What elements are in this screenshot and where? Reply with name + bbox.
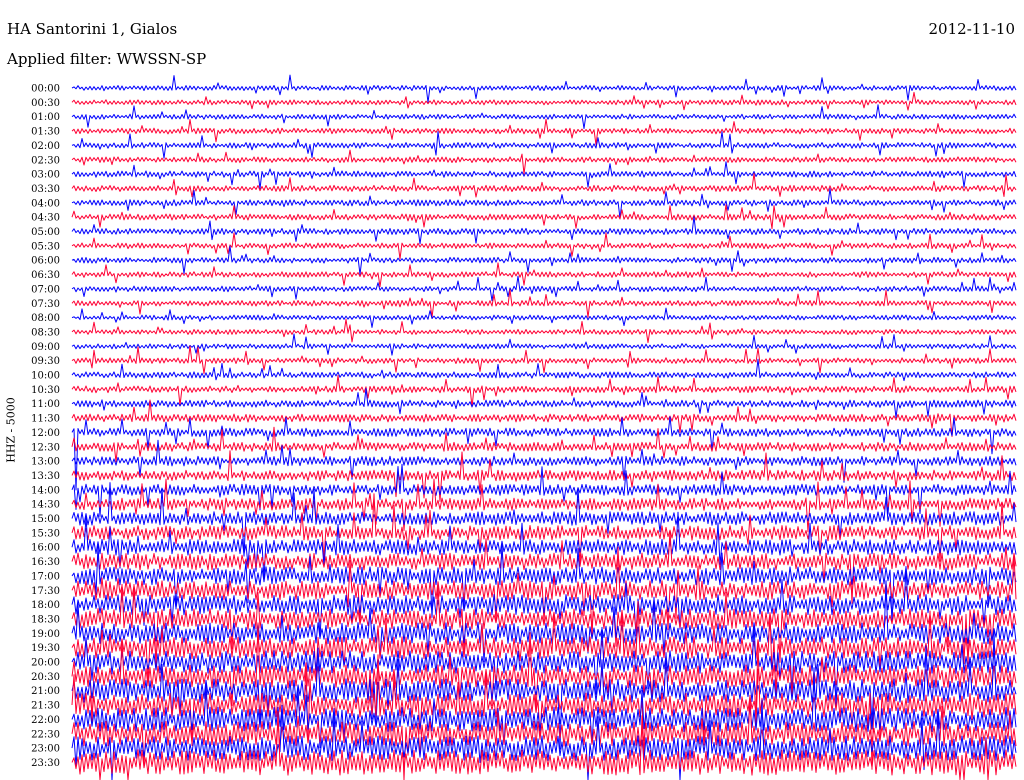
time-label: 08:30 [31,327,60,338]
time-label: 18:00 [31,600,60,611]
channel-label: HHZ - 5000 [4,397,18,463]
time-label: 22:30 [31,729,60,740]
time-label: 19:30 [31,643,60,654]
seismic-trace [71,161,1017,190]
time-label: 04:30 [31,213,60,224]
seismic-trace [71,149,1017,175]
time-label: 20:30 [31,672,60,683]
time-label: 14:30 [31,500,60,511]
time-label: 06:00 [31,256,60,267]
seismic-trace [71,262,1017,288]
time-label: 02:30 [31,155,60,166]
time-label-layer: 00:00 00:30 01:00 01:30 02:00 02:30 03:00 03:30… [31,84,60,769]
seismic-trace [71,307,1017,328]
filter-label: Applied filter: [7,50,112,68]
time-label: 11:00 [31,399,60,410]
time-label: 07:30 [31,299,60,310]
time-label: 15:00 [31,514,60,525]
seismic-trace [71,216,1017,245]
filter-line: Applied filter: WWSSN-SP [7,50,206,68]
time-label: 17:30 [31,586,60,597]
time-label: 09:30 [31,356,60,367]
time-label: 23:00 [31,744,60,755]
time-label: 20:00 [31,658,60,669]
time-label: 07:00 [31,284,60,295]
seismic-trace [71,333,1017,356]
time-label: 05:30 [31,241,60,252]
seismic-trace [71,416,1017,491]
seismic-trace [71,118,1017,146]
time-label: 19:00 [31,629,60,640]
seismic-trace [71,131,1017,159]
seismic-trace [71,232,1017,260]
helicorder-plot: 00:00 00:30 01:00 01:30 02:00 02:30 03:00 03:30… [31,74,1017,780]
time-label: 09:00 [31,342,60,353]
time-label: 13:00 [31,457,60,468]
time-label: 03:30 [31,184,60,195]
time-label: 12:00 [31,428,60,439]
trace-layer [71,74,1017,780]
time-label: 01:00 [31,112,60,123]
record-date: 2012-11-10 [928,20,1015,38]
seismic-trace [71,91,1017,111]
time-label: 23:30 [31,758,60,769]
station-title: HA Santorini 1, Gialos [7,20,178,38]
time-label: 02:00 [31,141,60,152]
seismic-trace [71,104,1017,129]
time-label: 00:30 [31,98,60,109]
seismic-trace [71,204,1017,230]
time-label: 05:00 [31,227,60,238]
time-label: 13:30 [31,471,60,482]
time-label: 06:30 [31,270,60,281]
seismic-trace [71,188,1017,219]
seismic-trace [71,289,1017,318]
time-label: 17:00 [31,571,60,582]
filter-value: WWSSN-SP [116,50,207,68]
time-label: 01:30 [31,127,60,138]
time-label: 03:00 [31,170,60,181]
seismic-trace [71,387,1017,418]
time-label: 16:00 [31,543,60,554]
seismic-trace [71,74,1017,103]
time-label: 10:00 [31,371,60,382]
time-label: 10:30 [31,385,60,396]
time-label: 21:00 [31,686,60,697]
time-label: 14:00 [31,485,60,496]
time-label: 15:30 [31,528,60,539]
time-label: 21:30 [31,701,60,712]
time-label: 12:30 [31,442,60,453]
seismic-trace [71,318,1017,343]
time-label: 16:30 [31,557,60,568]
time-label: 00:00 [31,84,60,95]
time-label: 08:00 [31,313,60,324]
time-label: 18:30 [31,614,60,625]
time-label: 22:00 [31,715,60,726]
time-label: 04:00 [31,198,60,209]
time-label: 11:30 [31,414,60,425]
seismic-trace [71,172,1017,198]
seismic-trace [71,275,1017,302]
